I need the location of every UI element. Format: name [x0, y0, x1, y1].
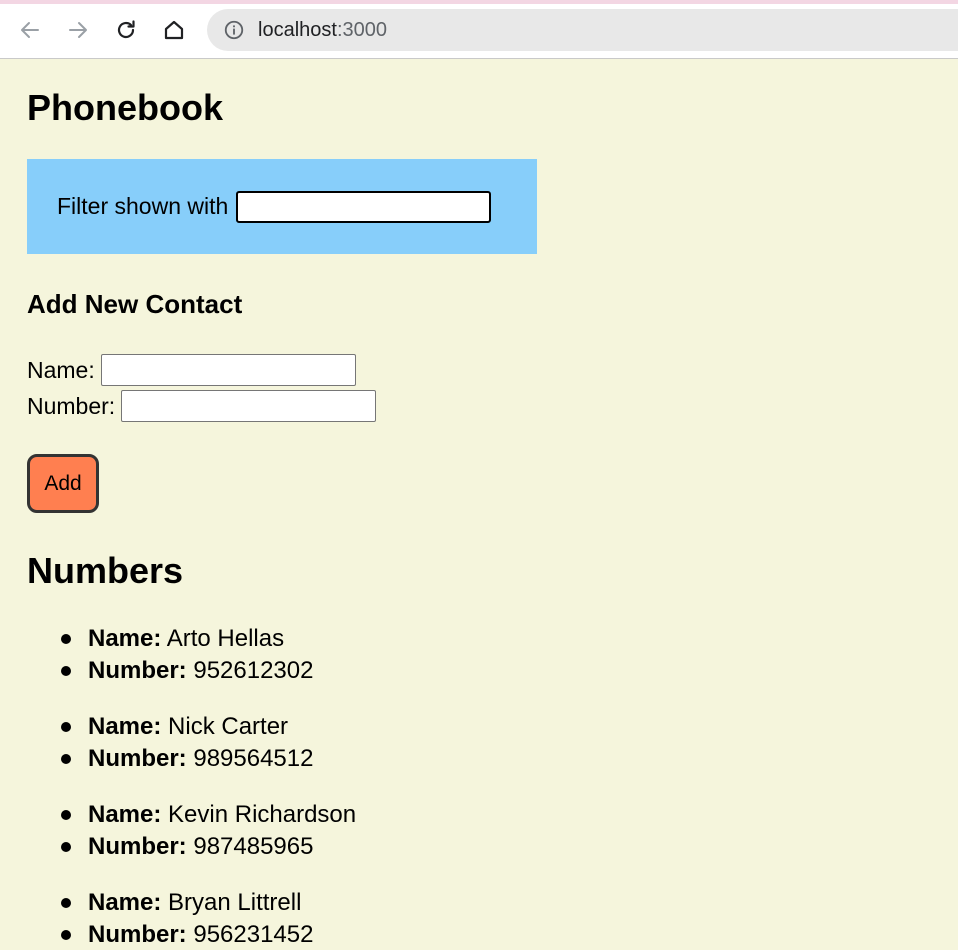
- numbers-title: Numbers: [27, 550, 184, 591]
- name-key: Name:: [88, 801, 162, 828]
- number-input[interactable]: [121, 390, 377, 422]
- tab-strip-edge: [0, 0, 958, 4]
- add-button[interactable]: Add: [27, 454, 99, 513]
- contact-list-item: Name: Arto Hellas Number: 952612302: [27, 623, 958, 687]
- name-input[interactable]: [100, 354, 356, 386]
- forward-button[interactable]: [62, 14, 94, 46]
- home-icon: [164, 20, 184, 40]
- contact-list-item: Name: Nick Carter Number: 989564512: [27, 711, 958, 775]
- url-port: :3000: [336, 18, 387, 41]
- number-value: 987485965: [193, 833, 314, 860]
- name-value: Bryan Littrell: [168, 889, 302, 916]
- url-text: localhost:3000: [258, 19, 387, 42]
- info-icon[interactable]: [223, 19, 245, 41]
- contact-name: Name: Arto Hellas: [61, 623, 958, 655]
- filter-section: Filter shown with: [27, 159, 537, 254]
- number-value: 956231452: [193, 921, 314, 948]
- name-value: Arto Hellas: [166, 625, 285, 652]
- back-button[interactable]: [14, 14, 46, 46]
- reload-icon: [117, 20, 135, 39]
- name-row: Name:: [27, 352, 958, 388]
- contact-list-item: Name: Bryan Littrell Number: 956231452: [27, 887, 958, 950]
- number-value: 989564512: [193, 745, 314, 772]
- url-host: localhost: [258, 18, 337, 41]
- contact-number: Number: 952612302: [61, 655, 958, 687]
- contact-name: Name: Nick Carter: [61, 711, 958, 743]
- number-key: Number:: [88, 921, 187, 948]
- name-value: Kevin Richardson: [168, 801, 357, 828]
- name-label: Name:: [27, 356, 95, 383]
- page-content: Phonebook Filter shown with Add New Cont…: [0, 59, 958, 950]
- contact-name: Name: Kevin Richardson: [61, 799, 958, 831]
- number-value: 952612302: [193, 657, 314, 684]
- contact-list-item: Name: Kevin Richardson Number: 987485965: [27, 799, 958, 863]
- number-key: Number:: [88, 657, 187, 684]
- arrow-left-icon: [21, 22, 39, 38]
- name-value: Nick Carter: [168, 713, 289, 740]
- contact-number: Number: 987485965: [61, 831, 958, 863]
- name-key: Name:: [88, 625, 162, 652]
- contact-name: Name: Bryan Littrell: [61, 887, 958, 919]
- name-key: Name:: [88, 713, 162, 740]
- arrow-right-icon: [69, 22, 87, 38]
- browser-toolbar: localhost:3000: [0, 0, 958, 59]
- filter-label: Filter shown with: [57, 193, 229, 219]
- add-contact-title: Add New Contact: [27, 289, 243, 319]
- reload-button[interactable]: [110, 14, 142, 46]
- number-key: Number:: [88, 833, 187, 860]
- number-row: Number:: [27, 388, 958, 424]
- page-title: Phonebook: [27, 87, 223, 128]
- contact-number: Number: 989564512: [61, 743, 958, 775]
- home-button[interactable]: [158, 14, 190, 46]
- number-key: Number:: [88, 745, 187, 772]
- number-label: Number:: [27, 392, 116, 419]
- address-bar[interactable]: localhost:3000: [207, 9, 958, 51]
- name-key: Name:: [88, 889, 162, 916]
- contact-number: Number: 956231452: [61, 919, 958, 950]
- filter-input[interactable]: [236, 190, 492, 223]
